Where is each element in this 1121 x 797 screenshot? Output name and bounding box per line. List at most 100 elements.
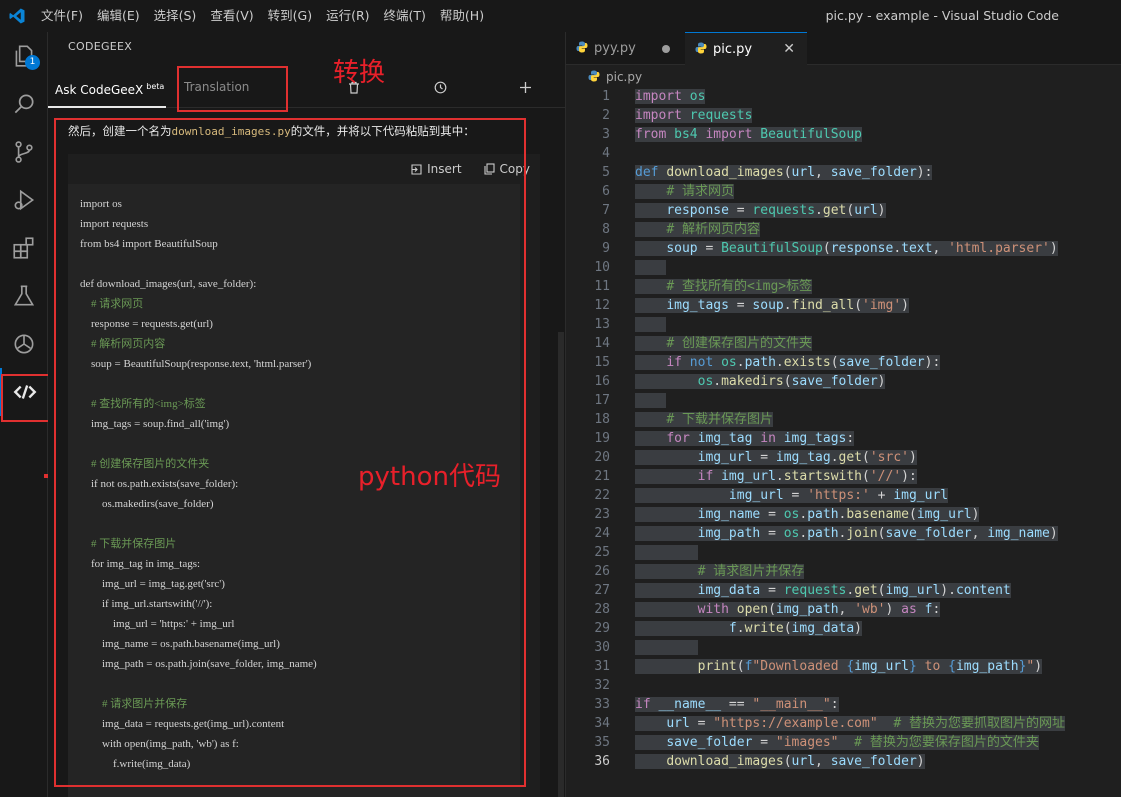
tab-ask-codegeex[interactable]: Ask CodeGeeX beta (48, 66, 166, 108)
history-icon[interactable] (430, 77, 450, 97)
line-number: 14 (594, 336, 610, 351)
line-number: 10 (594, 260, 610, 275)
code-line: from bs4 import BeautifulSoup (635, 127, 862, 142)
line-number: 36 (594, 754, 610, 769)
line-number: 17 (594, 393, 610, 408)
code-line: # 下载并保存图片 (635, 410, 773, 429)
translation-highlight-box (177, 66, 288, 112)
code-line: img_tags = soup.find_all('img') (635, 296, 909, 315)
code-line: # 请求图片并保存 (635, 562, 805, 581)
code-line: with open(img_path, 'wb') as f: (635, 600, 941, 619)
code-line: if img_url.startswith('//'): (635, 467, 917, 486)
menu-run[interactable]: 运行(R) (319, 0, 376, 32)
line-number: 20 (594, 450, 610, 465)
explorer-icon[interactable]: 1 (0, 32, 48, 80)
breadcrumb-label: pic.py (606, 70, 643, 84)
line-number: 22 (594, 488, 610, 503)
code-line: f.write(img_data) (635, 619, 862, 638)
search-icon[interactable] (0, 80, 48, 128)
code-line (635, 638, 698, 657)
menu-bar: 文件(F) 编辑(E) 选择(S) 查看(V) 转到(G) 运行(R) 终端(T… (34, 0, 491, 32)
code-line: # 查找所有的<img>标签 (635, 277, 813, 296)
testing-flask-icon[interactable] (0, 272, 48, 320)
code-line: img_path = os.path.join(save_folder, img… (635, 524, 1058, 543)
python-file-icon (588, 70, 600, 82)
editor-area: pyy.py pic.py ✕ pic.py 1 2 3 4 5 6 7 8 9 10 11 12 13… (566, 32, 1121, 797)
panel-title: CODEGEEX (68, 40, 133, 53)
panel-tabs: Ask CodeGeeX beta Translation (48, 66, 566, 112)
unsaved-dot-icon[interactable] (662, 45, 670, 53)
menu-edit[interactable]: 编辑(E) (90, 0, 147, 32)
line-number: 34 (594, 716, 610, 731)
code-line: download_images(url, save_folder) (635, 752, 925, 771)
editor-tab-pyy-label: pyy.py (594, 41, 636, 56)
line-number: 33 (594, 697, 610, 712)
line-number: 8 (602, 222, 610, 237)
menu-go[interactable]: 转到(G) (261, 0, 319, 32)
code-line: # 请求网页 (635, 182, 734, 201)
editor-tab-pic[interactable]: pic.py ✕ (685, 32, 807, 65)
menu-view[interactable]: 查看(V) (203, 0, 260, 32)
code-line: print(f"Downloaded {img_url} to {img_pat… (635, 657, 1043, 676)
breadcrumb[interactable]: pic.py (588, 66, 642, 88)
code-editor[interactable]: 1 2 3 4 5 6 7 8 9 10 11 12 13 14 15 16 17 18 19 20 21 22 23 24 2… (566, 87, 1121, 797)
line-number: 6 (602, 184, 610, 199)
line-number: 25 (594, 545, 610, 560)
code-line: if not os.path.exists(save_folder): (635, 353, 941, 372)
line-number: 4 (602, 146, 610, 161)
extensions-icon[interactable] (0, 224, 48, 272)
line-number: 23 (594, 507, 610, 522)
window-title: pic.py - example - Visual Studio Code (825, 8, 1059, 23)
line-number: 7 (602, 203, 610, 218)
panel-scrollbar[interactable] (558, 332, 564, 797)
line-number: 21 (594, 469, 610, 484)
menu-terminal[interactable]: 终端(T) (377, 0, 433, 32)
annotation-convert: 转换 (333, 58, 386, 88)
line-number: 30 (594, 640, 610, 655)
menu-selection[interactable]: 选择(S) (147, 0, 204, 32)
annotation-python-code: python代码 (358, 462, 501, 492)
code-line: img_data = requests.get(img_url).content (635, 581, 1011, 600)
line-number: 3 (602, 127, 610, 142)
title-bar: 文件(F) 编辑(E) 选择(S) 查看(V) 转到(G) 运行(R) 终端(T… (0, 0, 1121, 32)
run-debug-icon[interactable] (0, 176, 48, 224)
codegeex-panel: CODEGEEX Ask CodeGeeX beta Translation 转换… (48, 32, 566, 797)
line-number: 18 (594, 412, 610, 427)
line-number: 35 (594, 735, 610, 750)
add-icon[interactable] (515, 77, 535, 97)
python-file-icon (576, 41, 588, 53)
line-number: 29 (594, 621, 610, 636)
code-line: os.makedirs(save_folder) (635, 372, 886, 391)
line-number: 26 (594, 564, 610, 579)
code-line: # 解析网页内容 (635, 220, 760, 239)
code-line: soup = BeautifulSoup(response.text, 'htm… (635, 239, 1058, 258)
editor-tab-pyy[interactable]: pyy.py (566, 32, 684, 65)
menu-file[interactable]: 文件(F) (34, 0, 90, 32)
menu-help[interactable]: 帮助(H) (433, 0, 491, 32)
line-number: 9 (602, 241, 610, 256)
code-line: # 创建保存图片的文件夹 (635, 334, 812, 353)
editor-tab-pic-label: pic.py (713, 42, 753, 57)
code-line: import requests (635, 108, 753, 123)
line-number: 24 (594, 526, 610, 541)
explorer-badge: 1 (25, 55, 40, 70)
line-number: 28 (594, 602, 610, 617)
code-line: for img_tag in img_tags: (635, 429, 855, 448)
code-line: if __name__ == "__main__": (635, 697, 839, 712)
code-line: img_url = 'https:' + img_url (635, 486, 949, 505)
line-number: 15 (594, 355, 610, 370)
source-control-icon[interactable] (0, 128, 48, 176)
close-icon[interactable]: ✕ (783, 33, 795, 66)
code-line: def download_images(url, save_folder): (635, 165, 933, 180)
line-number: 5 (602, 165, 610, 180)
vscode-logo-icon (0, 0, 34, 32)
tab-ask-beta: beta (146, 82, 165, 91)
code-line: url = "https://example.com" # 替换为您要抓取图片的… (635, 714, 1065, 733)
line-number: 31 (594, 659, 610, 674)
chatgpt-icon[interactable] (0, 320, 48, 368)
line-number: 16 (594, 374, 610, 389)
line-number: 13 (594, 317, 610, 332)
line-number: 32 (594, 678, 610, 693)
code-line: img_name = os.path.basename(img_url) (635, 505, 980, 524)
code-line: import os (635, 89, 706, 104)
